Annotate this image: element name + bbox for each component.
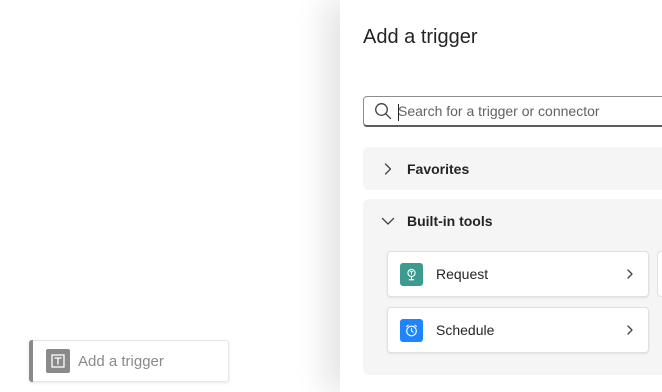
request-icon [400,262,423,286]
search-icon [374,102,392,120]
chevron-down-icon [381,214,395,228]
designer-canvas: Add a trigger [0,0,340,392]
trigger-card-label: Add a trigger [78,352,164,370]
panel-title: Add a trigger [363,26,478,48]
builtin-tools-header[interactable]: Built-in tools [363,199,493,242]
schedule-card[interactable]: Schedule [387,307,649,353]
text-caret [398,104,399,121]
trigger-placeholder-icon [46,349,70,373]
search-input[interactable] [398,103,662,119]
trigger-search-box[interactable] [363,96,662,127]
next-tool-card[interactable] [657,251,662,297]
clock-icon [400,318,423,342]
request-label: Request [436,266,489,282]
schedule-label: Schedule [436,322,495,338]
favorites-section: Favorites [363,147,662,190]
request-card[interactable]: Request [387,251,649,297]
add-trigger-card[interactable]: Add a trigger [29,340,229,382]
builtin-tools-section: Built-in tools Request Schedule [363,199,662,375]
chevron-right-icon [624,323,636,337]
app-stage: Add a trigger Add a trigger Search for a… [0,0,662,392]
favorites-label: Favorites [407,160,470,177]
chevron-right-icon [624,267,636,281]
chevron-right-icon [381,162,395,176]
trigger-card-accent [29,340,33,382]
builtin-tools-label: Built-in tools [407,212,493,229]
favorites-header[interactable]: Favorites [363,147,469,190]
add-trigger-panel: Add a trigger Favorites [340,0,662,392]
